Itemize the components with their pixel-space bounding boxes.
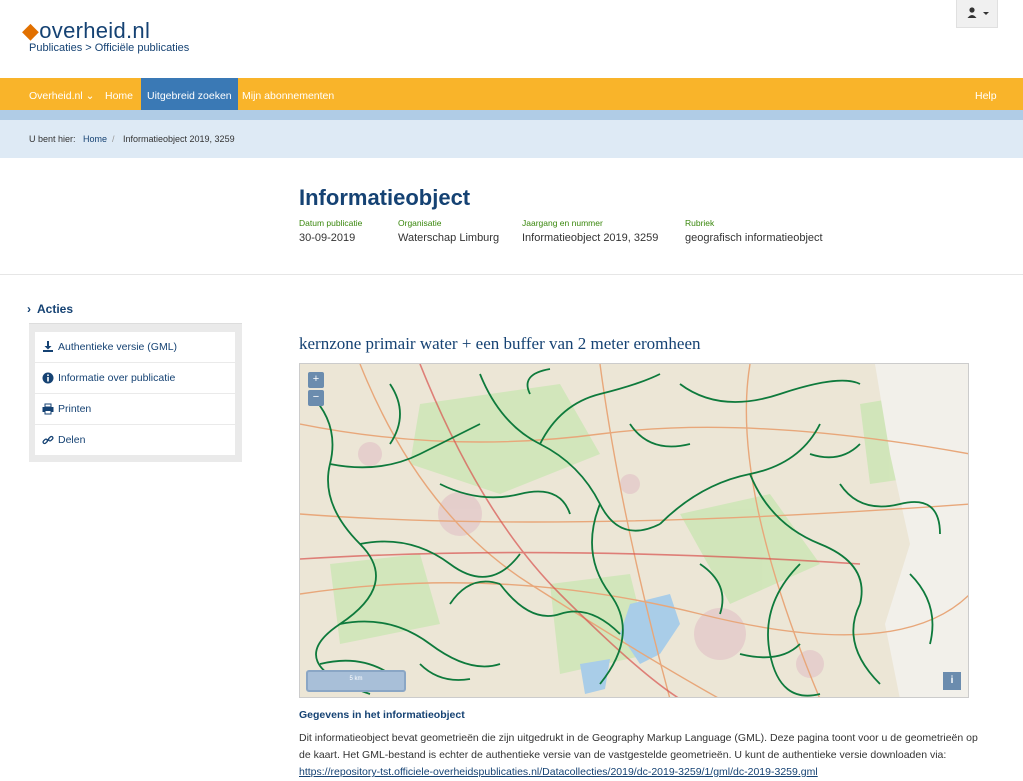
nav-mijn-abonnementen[interactable]: Mijn abonnementen <box>236 78 340 110</box>
meta-value-jaargang: Informatieobject 2019, 3259 <box>522 232 659 244</box>
breadcrumb-current: Informatieobject 2019, 3259 <box>123 134 235 144</box>
print-icon <box>42 403 54 415</box>
site-logo[interactable]: ◆overheid.nl <box>22 18 150 44</box>
nav-overheid[interactable]: Overheid.nl ⌄ <box>23 78 100 110</box>
site-tagline: Publicaties > Officiële publicaties <box>29 42 190 54</box>
user-icon <box>967 7 989 18</box>
meta-label-datum: Datum publicatie <box>299 218 363 228</box>
zoom-in-button[interactable]: + <box>308 372 324 388</box>
info-icon <box>42 372 54 384</box>
breadcrumb-home[interactable]: Home <box>83 134 107 144</box>
gml-download-link[interactable]: https://repository-tst.officiele-overhei… <box>299 766 818 778</box>
link-icon <box>42 435 54 445</box>
actions-panel: Authentieke versie (GML) Informatie over… <box>29 323 242 462</box>
actions-toggle[interactable]: › Acties <box>27 302 73 316</box>
page-title: Informatieobject <box>299 185 471 210</box>
meta-label-organisatie: Organisatie <box>398 218 442 228</box>
meta-value-datum: 30-09-2019 <box>299 232 356 244</box>
download-icon <box>43 341 53 352</box>
action-informatie-publicatie[interactable]: Informatie over publicatie <box>35 363 235 393</box>
meta-label-rubriek: Rubriek <box>685 218 715 228</box>
action-printen[interactable]: Printen <box>35 394 235 424</box>
caret-down-icon <box>983 12 989 15</box>
action-label: Delen <box>58 434 86 446</box>
meta-value-rubriek: geografisch informatieobject <box>685 232 823 244</box>
details-heading: Gegevens in het informatieobject <box>299 709 465 721</box>
nav-help[interactable]: Help <box>969 78 1003 110</box>
nav-uitgebreid-zoeken[interactable]: Uitgebreid zoeken <box>141 78 238 110</box>
action-label: Informatie over publicatie <box>58 372 176 384</box>
meta-label-jaargang: Jaargang en nummer <box>522 218 603 228</box>
user-menu-button[interactable] <box>956 0 998 28</box>
breadcrumb-separator: / <box>112 134 115 144</box>
document-header: Informatieobject Datum publicatie 30-09-… <box>0 158 1023 275</box>
details-text: Dit informatieobject bevat geometrieën d… <box>299 732 978 761</box>
details-body: Dit informatieobject bevat geometrieën d… <box>299 730 979 781</box>
chevron-right-icon: › <box>27 302 31 316</box>
map-title: kernzone primair water + een buffer van … <box>299 334 701 353</box>
breadcrumb: U bent hier: Home / Informatieobject 201… <box>0 120 1023 158</box>
site-header: ◆overheid.nl Publicaties > Officiële pub… <box>0 0 1023 78</box>
meta-value-organisatie: Waterschap Limburg <box>398 232 500 244</box>
action-label: Authentieke versie (GML) <box>58 341 178 353</box>
actions-heading: Acties <box>37 302 74 316</box>
action-label: Printen <box>58 403 92 415</box>
map-canvas[interactable] <box>300 364 969 698</box>
breadcrumb-prefix: U bent hier: <box>29 134 76 144</box>
map-viewer[interactable]: + − 5 km i <box>299 363 969 698</box>
action-delen[interactable]: Delen <box>35 425 235 455</box>
main-nav: Overheid.nl ⌄ Home Uitgebreid zoeken Mij… <box>0 78 1023 110</box>
map-scale-label: 5 km <box>349 676 363 682</box>
map-info-button[interactable]: i <box>943 672 961 690</box>
nav-accent-band <box>0 110 1023 120</box>
nav-home[interactable]: Home <box>99 78 139 110</box>
map-scale-bar: 5 km <box>306 670 406 692</box>
zoom-out-button[interactable]: − <box>308 390 324 406</box>
action-authentieke-versie[interactable]: Authentieke versie (GML) <box>35 332 235 362</box>
